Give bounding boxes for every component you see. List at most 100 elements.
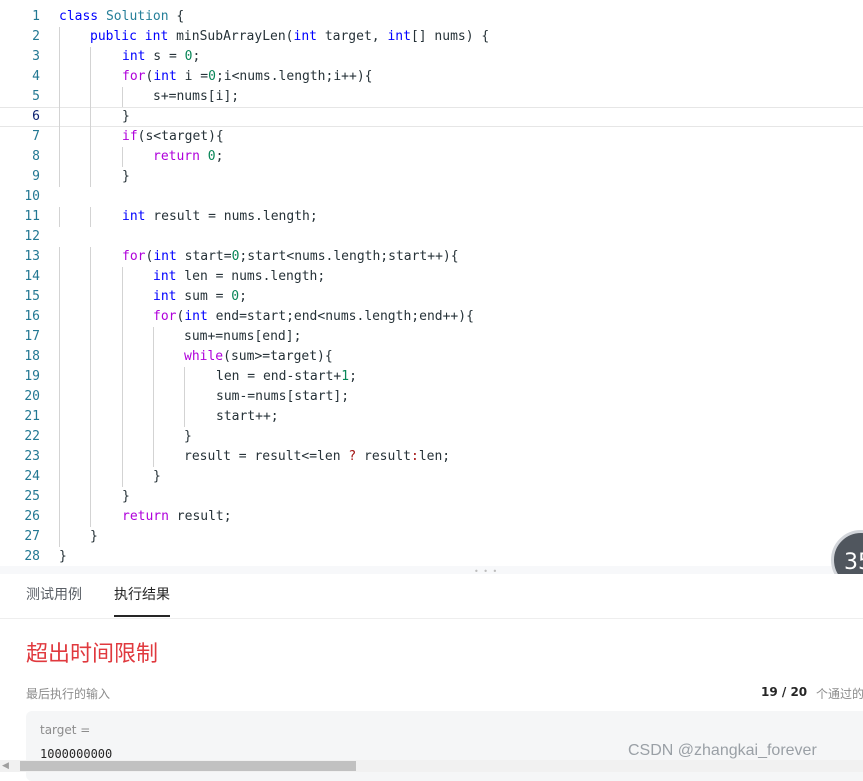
- line-number: 22: [24, 429, 40, 444]
- line-number: 2: [32, 29, 40, 44]
- code-token: 0: [207, 149, 216, 164]
- code-line[interactable]: 26 return result;: [0, 507, 863, 527]
- code-line[interactable]: 6}: [0, 107, 863, 127]
- code-line[interactable]: 2 public int minSubArrayLen(int target, i…: [0, 27, 863, 47]
- line-number: 4: [32, 69, 40, 84]
- line-number: 6: [32, 109, 40, 124]
- code-text: }: [184, 427, 192, 447]
- indent-guide: [153, 387, 154, 407]
- code-text: for(int i =0;i<nums.length;i++){: [122, 67, 372, 87]
- code-text: }: [59, 547, 67, 566]
- code-text: return result;: [122, 507, 232, 527]
- code-text: }: [122, 167, 130, 187]
- indent-guide: [122, 347, 123, 367]
- code-line[interactable]: 12: [0, 227, 863, 247]
- code-line[interactable]: 21 start++;: [0, 407, 863, 427]
- scroll-left-icon[interactable]: ◀: [2, 760, 9, 772]
- indent-guide: [90, 287, 91, 307]
- code-line[interactable]: 15 int sum = 0;: [0, 287, 863, 307]
- code-line[interactable]: 5 s+=nums[i];: [0, 87, 863, 107]
- code-line[interactable]: 13 for(int start=0;start<nums.length;star…: [0, 247, 863, 267]
- code-line[interactable]: 25}: [0, 487, 863, 507]
- code-text: for(int start=0;start<nums.length;start+…: [122, 247, 459, 267]
- indent-guide: [90, 247, 91, 267]
- scrollbar-thumb[interactable]: [20, 761, 356, 771]
- indent-guide: [122, 427, 123, 447]
- code-text: }: [153, 467, 161, 487]
- code-editor[interactable]: 1 class Solution {2 public int minSubArray…: [0, 0, 863, 566]
- indent-guide: [122, 327, 123, 347]
- line-number: 10: [24, 189, 40, 204]
- code-text: }: [122, 487, 130, 507]
- code-line[interactable]: 1 class Solution {: [0, 7, 863, 27]
- line-number: 28: [24, 549, 40, 564]
- line-number: 26: [24, 509, 40, 524]
- indent-guide: [153, 427, 154, 447]
- indent-guide: [59, 347, 60, 367]
- indent-guide: [153, 347, 154, 367]
- code-line[interactable]: 19 len = end-start+1;: [0, 367, 863, 387]
- code-text: sum+=nums[end];: [184, 327, 301, 347]
- code-token: :: [411, 449, 419, 464]
- indent-guide: [59, 67, 60, 87]
- code-token: len;: [418, 449, 451, 464]
- code-text: }: [90, 527, 98, 547]
- code-line[interactable]: 17 sum+=nums[end];: [0, 327, 863, 347]
- code-token: ;: [349, 369, 357, 384]
- code-token: }: [184, 429, 192, 444]
- code-line[interactable]: 24}: [0, 467, 863, 487]
- indent-guide: [59, 207, 60, 227]
- code-line[interactable]: 4 for(int i =0;i<nums.length;i++){: [0, 67, 863, 87]
- code-token: int: [153, 269, 177, 284]
- indent-guide: [59, 487, 60, 507]
- code-line[interactable]: 3 int s = 0;: [0, 47, 863, 67]
- code-token: end=start;end<nums.length;end++){: [207, 309, 474, 324]
- code-line[interactable]: 18 while(sum>=target){: [0, 347, 863, 367]
- line-number: 8: [32, 149, 40, 164]
- code-token: ;: [192, 49, 201, 64]
- code-token: 1: [341, 369, 350, 384]
- code-line[interactable]: 27}: [0, 527, 863, 547]
- code-token: sum =: [176, 289, 232, 304]
- indent-guide: [59, 147, 60, 167]
- line-number: 18: [24, 349, 40, 364]
- indent-guide: [122, 267, 123, 287]
- tab-run-result[interactable]: 执行结果: [114, 574, 170, 617]
- code-token: while: [184, 349, 224, 364]
- code-line[interactable]: 20 sum-=nums[start];: [0, 387, 863, 407]
- code-token: s+=nums[i];: [153, 89, 240, 104]
- code-line[interactable]: 16 for(int end=start;end<nums.length;end+…: [0, 307, 863, 327]
- code-token: for: [153, 309, 177, 324]
- code-token: ;start<nums.length;start++){: [239, 249, 459, 264]
- line-number: 27: [24, 529, 40, 544]
- code-token: int: [153, 289, 177, 304]
- code-line[interactable]: 8 return 0;: [0, 147, 863, 167]
- input-param-name: target =: [40, 723, 91, 737]
- panel-splitter[interactable]: • • •: [0, 566, 863, 576]
- indent-guide: [59, 27, 60, 47]
- tab-test-cases[interactable]: 测试用例: [26, 574, 82, 617]
- code-line[interactable]: 22}: [0, 427, 863, 447]
- code-line[interactable]: 11 int result = nums.length;: [0, 207, 863, 227]
- watermark: CSDN @zhangkai_forever: [628, 742, 817, 759]
- indent-guide: [153, 367, 154, 387]
- code-line[interactable]: 23 result = result<=len ? result:len;: [0, 447, 863, 467]
- code-line[interactable]: 28}: [0, 547, 863, 566]
- input-param-value: 1000000000: [40, 747, 113, 761]
- code-line[interactable]: 7 if(s<target){: [0, 127, 863, 147]
- code-token: int: [122, 49, 146, 64]
- code-token: sum+=nums[end];: [184, 329, 302, 344]
- indent-guide: [90, 347, 91, 367]
- line-number: 3: [32, 49, 40, 64]
- horizontal-scrollbar[interactable]: ◀: [0, 760, 863, 772]
- code-token: return: [153, 149, 200, 164]
- code-token: int: [293, 29, 317, 44]
- code-token: int: [387, 29, 411, 44]
- code-line[interactable]: 10: [0, 187, 863, 207]
- indent-guide: [90, 447, 91, 467]
- code-line[interactable]: 14 int len = nums.length;: [0, 267, 863, 287]
- indent-guide: [90, 427, 91, 447]
- code-line[interactable]: 9}: [0, 167, 863, 187]
- indent-guide: [59, 47, 60, 67]
